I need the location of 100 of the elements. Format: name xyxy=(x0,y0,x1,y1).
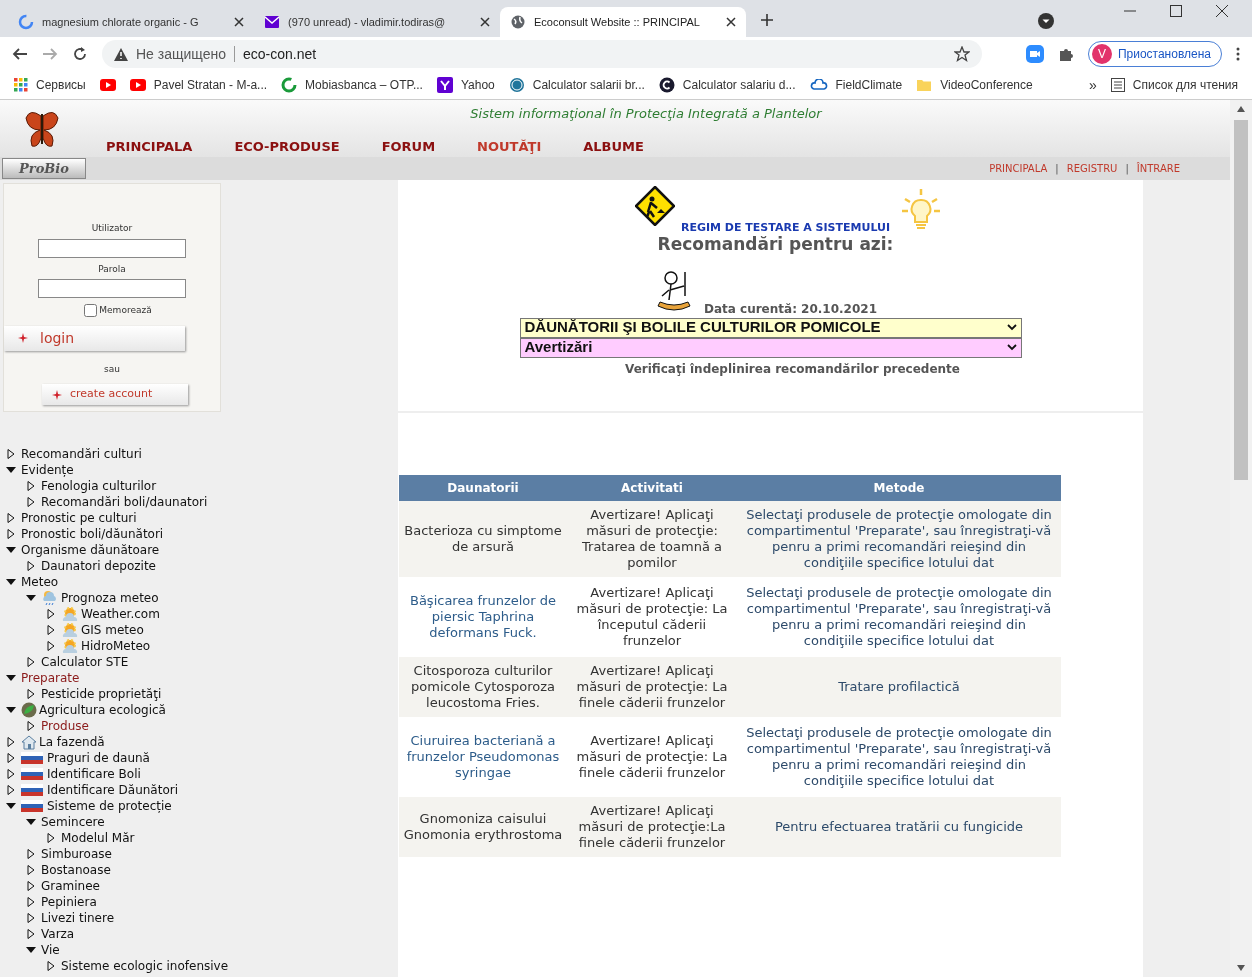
bookmark[interactable]: VideoConference xyxy=(916,76,1033,94)
tree-link[interactable]: Sisteme de protecție xyxy=(47,797,172,815)
password-field[interactable] xyxy=(38,279,186,298)
nav-link[interactable]: PRINCIPALA xyxy=(106,136,193,156)
collapsed-triangle-icon[interactable] xyxy=(26,929,36,939)
collapsed-triangle-icon[interactable] xyxy=(26,881,36,891)
login-button[interactable]: login xyxy=(4,325,185,351)
collapsed-triangle-icon[interactable] xyxy=(6,785,16,795)
star-icon[interactable] xyxy=(953,46,970,62)
collapsed-triangle-icon[interactable] xyxy=(26,497,36,507)
tree-link[interactable]: Daunatori depozite xyxy=(41,557,156,575)
collapsed-triangle-icon[interactable] xyxy=(46,961,56,971)
collapsed-triangle-icon[interactable] xyxy=(6,449,16,459)
tree-link[interactable]: Pronostic pe culturi xyxy=(21,509,137,527)
tree-link[interactable]: Fenologia culturilor xyxy=(41,477,157,495)
expanded-triangle-icon[interactable] xyxy=(6,545,16,555)
collapsed-triangle-icon[interactable] xyxy=(26,913,36,923)
back-arrow-icon[interactable] xyxy=(12,46,28,62)
nav-link[interactable]: ECO-PRODUSE xyxy=(234,136,340,156)
nav-link[interactable]: FORUM xyxy=(381,136,436,156)
expanded-triangle-icon[interactable] xyxy=(6,673,16,683)
plus-icon[interactable] xyxy=(760,13,774,27)
close-icon[interactable] xyxy=(1216,5,1228,17)
expanded-triangle-icon[interactable] xyxy=(26,945,36,955)
expanded-triangle-icon[interactable] xyxy=(6,577,16,587)
create-account-button[interactable]: create account xyxy=(42,384,188,405)
collapsed-triangle-icon[interactable] xyxy=(6,769,16,779)
top-link[interactable]: REGISTRU xyxy=(1066,161,1118,176)
collapsed-triangle-icon[interactable] xyxy=(26,689,36,699)
scrollbar[interactable] xyxy=(1230,100,1252,977)
tree-link[interactable]: Agricultura ecologică xyxy=(39,701,166,719)
browser-tab[interactable]: magnesium chlorate organic - G xyxy=(8,7,254,37)
tree-link[interactable]: GIS meteo xyxy=(81,621,144,639)
dropdown-select[interactable]: Avertizări xyxy=(519,337,1022,358)
tree-link[interactable]: Sisteme ecologic inofensive xyxy=(61,957,229,975)
video-camera-icon[interactable] xyxy=(1025,45,1044,63)
tree-link[interactable]: Semincere xyxy=(41,813,105,831)
collapsed-triangle-icon[interactable] xyxy=(6,753,16,763)
tree-link[interactable]: Pesticide proprietăţi xyxy=(41,685,162,703)
collapsed-triangle-icon[interactable] xyxy=(6,513,16,523)
tree-link[interactable]: Calculator STE xyxy=(41,653,129,671)
maximize-icon[interactable] xyxy=(1170,5,1182,17)
tree-link[interactable]: Identificare Boli xyxy=(47,765,141,783)
more-vertical-icon[interactable] xyxy=(1236,47,1240,61)
tree-link[interactable]: Pepiniera xyxy=(41,893,97,911)
expanded-triangle-icon[interactable] xyxy=(26,817,36,827)
tree-link[interactable]: Varza xyxy=(41,925,75,943)
pest-link[interactable]: Băşicarea frunzelor de piersic Taphrina deformans Fuck. xyxy=(403,593,563,641)
address-bar[interactable]: Не защищено eco-con.net xyxy=(102,40,982,68)
close-icon[interactable] xyxy=(726,17,736,27)
reading-list-button[interactable]: Список для чтения xyxy=(1110,76,1238,94)
browser-tab[interactable]: (970 unread) - vladimir.todiras@ xyxy=(254,7,500,37)
tree-link[interactable]: Praguri de daună xyxy=(47,749,150,767)
close-icon[interactable] xyxy=(234,17,244,27)
collapsed-triangle-icon[interactable] xyxy=(46,641,56,651)
more-bookmarks[interactable]: » xyxy=(1089,74,1097,96)
tree-link[interactable]: Recomandări culturi xyxy=(21,445,142,463)
tree-link[interactable]: Recomandări boli/daunatori xyxy=(41,493,208,511)
tree-link[interactable]: Identificare Dăunători xyxy=(47,781,179,799)
bookmark[interactable]: Сервисы xyxy=(14,76,86,94)
close-icon[interactable] xyxy=(480,17,490,27)
browser-tab[interactable]: Ecoconsult Website :: PRINCIPAL xyxy=(500,7,746,37)
tree-link[interactable]: Pronostic boli/dăunători xyxy=(21,525,164,543)
collapsed-triangle-icon[interactable] xyxy=(26,657,36,667)
tree-link[interactable]: Graminee xyxy=(41,877,100,895)
collapsed-triangle-icon[interactable] xyxy=(26,561,36,571)
tree-link[interactable]: Simburoase xyxy=(41,845,112,863)
dropdown-select[interactable]: DĂUNĂTORII ŞI BOLILE CULTURILOR POMICOLE xyxy=(519,317,1022,338)
tree-link[interactable]: Prognoza meteo xyxy=(61,589,159,607)
tree-link[interactable]: Modelul Măr xyxy=(61,829,135,847)
nav-link[interactable]: ALBUME xyxy=(583,136,644,156)
collapsed-triangle-icon[interactable] xyxy=(46,625,56,635)
tree-link[interactable]: La fazendă xyxy=(39,733,105,751)
tree-link[interactable]: Livezi tinere xyxy=(41,909,115,927)
tree-link[interactable]: Bostanoase xyxy=(41,861,111,879)
bookmark[interactable]: Pavel Stratan - M-a... xyxy=(129,76,268,94)
scroll-up-icon[interactable] xyxy=(1237,106,1245,112)
collapsed-triangle-icon[interactable] xyxy=(26,865,36,875)
bookmark[interactable]: Calculator salariu d... xyxy=(658,76,796,94)
tree-link[interactable]: Organisme dăunătoare xyxy=(21,541,160,559)
bookmark[interactable]: Mobiasbanca – OTP... xyxy=(281,76,423,94)
bookmark[interactable]: FieldClimate xyxy=(809,76,903,94)
remember-checkbox[interactable] xyxy=(84,304,98,318)
username-field[interactable] xyxy=(38,238,186,258)
collapsed-triangle-icon[interactable] xyxy=(46,833,56,843)
collapsed-triangle-icon[interactable] xyxy=(26,721,36,731)
pest-link[interactable]: Ciuruirea bacteriană a frunzelor Pseudomonas syringae xyxy=(403,733,563,781)
top-link[interactable]: PRINCIPALA xyxy=(989,161,1048,176)
tree-link[interactable]: Meteo xyxy=(21,573,59,591)
collapsed-triangle-icon[interactable] xyxy=(26,897,36,907)
tree-link[interactable]: Preparate xyxy=(21,669,80,687)
reload-icon[interactable] xyxy=(72,46,88,62)
tree-link[interactable]: Evidențe xyxy=(21,461,74,479)
puzzle-icon[interactable] xyxy=(1057,46,1074,62)
collapsed-triangle-icon[interactable] xyxy=(6,529,16,539)
expanded-triangle-icon[interactable] xyxy=(26,593,36,603)
tree-link[interactable]: Produse xyxy=(41,717,89,735)
dropdown-circle-icon[interactable] xyxy=(1038,13,1054,29)
expanded-triangle-icon[interactable] xyxy=(6,705,16,715)
collapsed-triangle-icon[interactable] xyxy=(6,737,16,747)
